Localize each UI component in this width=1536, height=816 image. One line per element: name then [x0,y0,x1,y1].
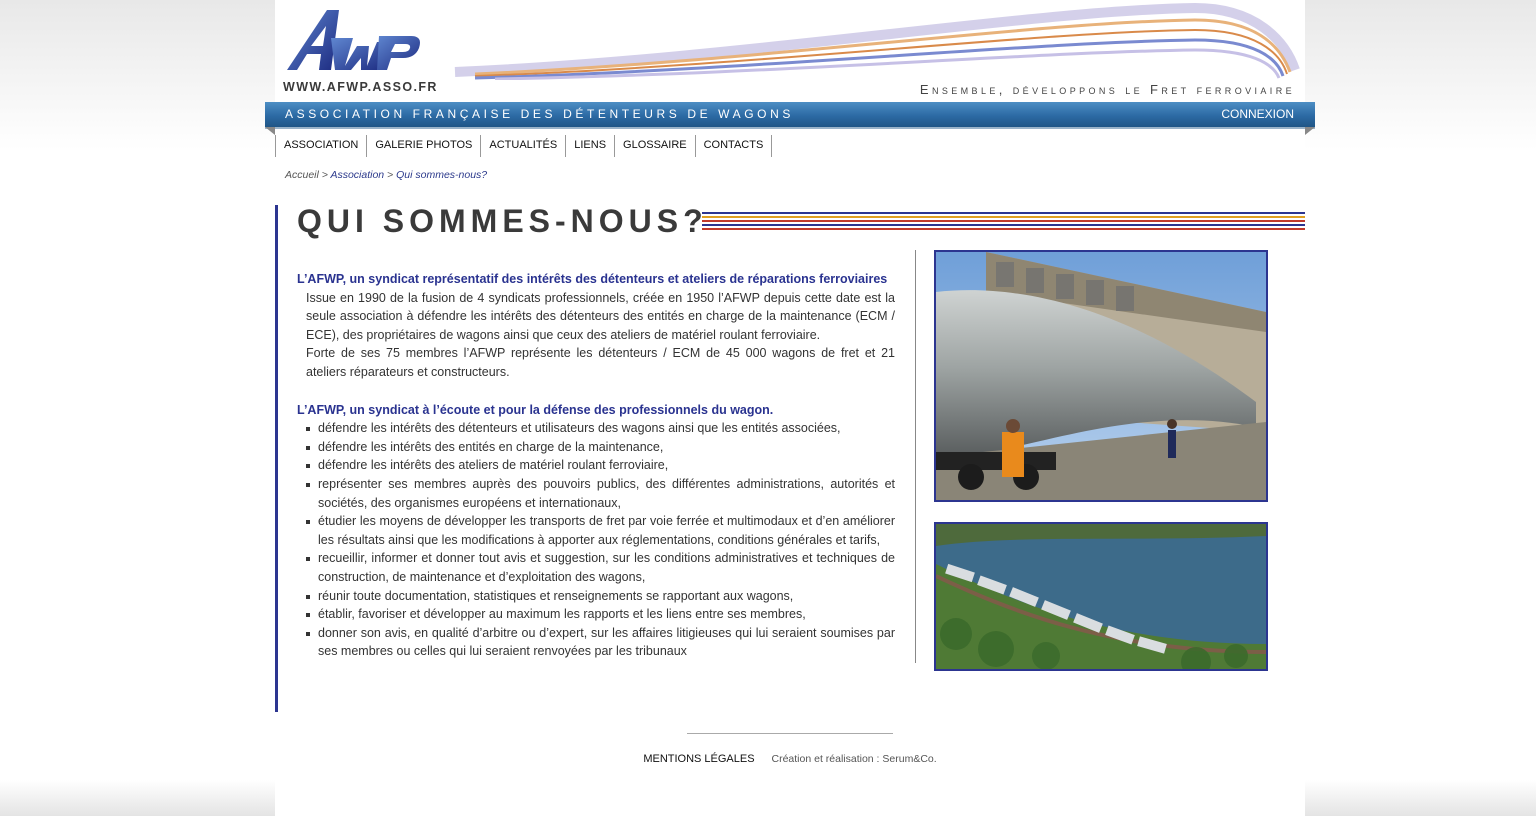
content-left-rule [275,205,278,712]
tank-wagon-photo [934,250,1268,502]
stripe [702,224,1305,226]
breadcrumb-current[interactable]: Qui sommes-nous? [396,169,487,181]
nav-item-liens[interactable]: LIENS [566,135,616,157]
section-heading: L’AFWP, un syndicat à l’écoute et pour l… [297,402,774,417]
breadcrumb-association[interactable]: Association [330,169,384,181]
list-item: représenter ses membres auprès des pouvo… [297,475,895,512]
list-item: recueillir, informer et donner tout avis… [297,549,895,586]
list-item: défendre les intérêts des détenteurs et … [297,419,895,438]
list-item: défendre les intérêts des entités en cha… [297,438,895,457]
nav-item-association[interactable]: ASSOCIATION [275,135,368,157]
column-divider [915,250,916,663]
stripe [702,212,1305,214]
freight-train-river-photo [934,522,1268,671]
header: WWW.AFWP.ASSO.FR Ensemble, développons l… [275,0,1305,103]
breadcrumb-separator: > [318,169,331,181]
footer: MENTIONS LÉGALES Création et réalisation… [275,753,1305,765]
list-item: établir, favoriser et développer au maxi… [297,605,895,624]
section-paragraph: Issue en 1990 de la fusion de 4 syndicat… [306,290,895,342]
tagline: Ensemble, développons le Fret ferroviair… [919,82,1295,97]
nav-item-galerie-photos[interactable]: GALERIE PHOTOS [367,135,482,157]
site-url: WWW.AFWP.ASSO.FR [283,80,438,94]
breadcrumb-separator: > [384,169,397,181]
nav-item-contacts[interactable]: CONTACTS [696,135,773,157]
main-nav: ASSOCIATION GALERIE PHOTOS ACTUALITÉS LI… [275,135,773,157]
credits-text: Création et réalisation : Serum&Co. [771,753,937,765]
section-paragraph: Forte de ses 75 membres l’AFWP représent… [306,346,895,379]
nav-item-actualites[interactable]: ACTUALITÉS [481,135,567,157]
association-name: ASSOCIATION FRANÇAISE DES DÉTENTEURS DE … [285,107,794,121]
main-text-column: L’AFWP, un syndicat représentatif des in… [297,270,895,661]
list-item: réunir toute documentation, statistiques… [297,587,895,606]
page-title: QUI SOMMES-NOUS? [297,203,708,239]
rail-swoosh-graphic [454,2,1300,80]
page: WWW.AFWP.ASSO.FR Ensemble, développons l… [265,0,1315,816]
section-heading: L’AFWP, un syndicat représentatif des in… [297,272,888,286]
stripe [702,228,1305,230]
stripe [702,220,1305,222]
login-link[interactable]: CONNEXION [1221,107,1294,121]
afwp-logo[interactable] [283,8,423,78]
list-item: étudier les moyens de développer les tra… [297,512,895,549]
footer-divider [687,733,893,734]
association-banner: ASSOCIATION FRANÇAISE DES DÉTENTEURS DE … [265,102,1315,135]
list-item: donner son avis, en qualité d’arbitre ou… [297,624,895,661]
breadcrumb-home[interactable]: Accueil [285,169,319,181]
mission-list: défendre les intérêts des détenteurs et … [297,419,895,661]
stripe [702,216,1305,218]
breadcrumb: Accueil > Association > Qui sommes-nous? [285,169,487,181]
list-item: défendre les intérêts des ateliers de ma… [297,456,895,475]
title-stripes-decoration [702,212,1305,232]
nav-item-glossaire[interactable]: GLOSSAIRE [615,135,696,157]
legal-mentions-link[interactable]: MENTIONS LÉGALES [643,753,754,765]
